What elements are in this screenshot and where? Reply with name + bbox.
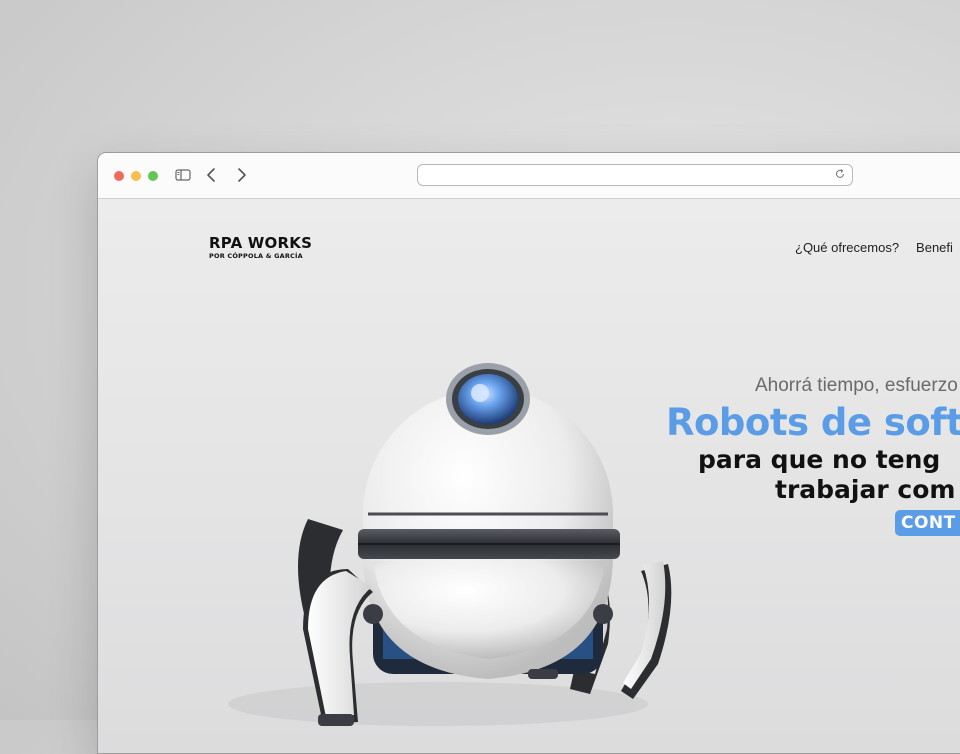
maximize-window-button[interactable] <box>148 171 158 181</box>
logo-title: RPA WORKS <box>209 234 313 252</box>
web-page: RPA WORKS POR CÓPPOLA & GARCÍA ¿Qué ofre… <box>98 199 960 753</box>
logo-subtitle: POR CÓPPOLA & GARCÍA <box>209 252 303 260</box>
site-logo[interactable]: RPA WORKS POR CÓPPOLA & GARCÍA <box>209 235 312 260</box>
hero-subline-2: trabajar com <box>775 475 956 504</box>
sidebar-icon[interactable] <box>174 166 192 184</box>
browser-toolbar <box>98 153 960 199</box>
browser-window: RPA WORKS POR CÓPPOLA & GARCÍA ¿Qué ofre… <box>97 152 960 754</box>
robot-illustration <box>228 363 672 726</box>
nav-item-beneficios[interactable]: Benefi <box>916 240 953 255</box>
forward-arrow-icon[interactable] <box>232 166 250 184</box>
reload-icon[interactable] <box>834 168 846 180</box>
hero-tagline: Ahorrá tiempo, esfuerzo <box>755 375 958 396</box>
minimize-window-button[interactable] <box>131 171 141 181</box>
contact-button[interactable]: CONT <box>895 510 960 536</box>
back-arrow-icon[interactable] <box>203 166 221 184</box>
hero-subline-1: para que no teng <box>698 445 941 474</box>
nav-item-que-ofrecemos[interactable]: ¿Qué ofrecemos? <box>795 240 899 255</box>
hero-headline: Robots de soft <box>666 401 960 444</box>
main-nav: ¿Qué ofrecemos? Benefi <box>795 239 960 257</box>
address-bar[interactable] <box>417 164 853 186</box>
close-window-button[interactable] <box>114 171 124 181</box>
